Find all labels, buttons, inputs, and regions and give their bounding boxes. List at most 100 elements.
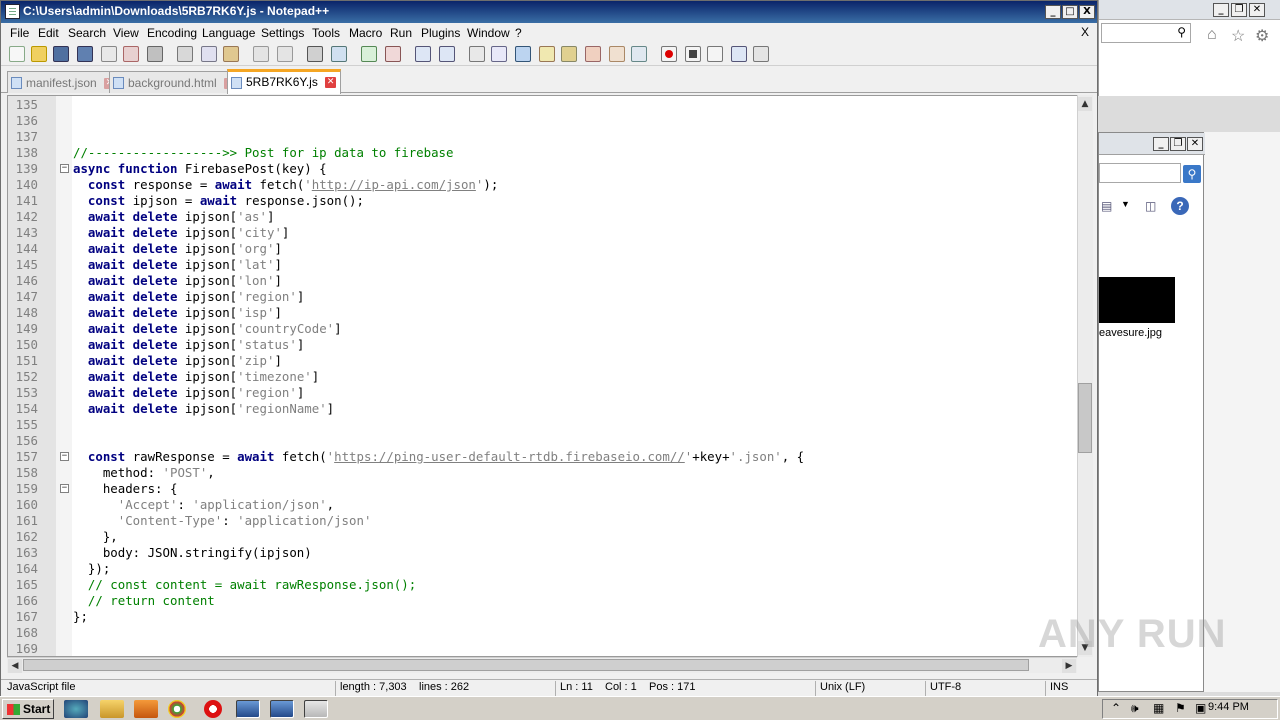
menu-help[interactable]: ? <box>515 26 522 40</box>
code-line[interactable]: 148 await delete ipjson['isp'] <box>8 305 1076 321</box>
code-line[interactable]: 165 // const content = await rawResponse… <box>8 577 1076 593</box>
record-macro-icon[interactable] <box>661 46 677 62</box>
tab-5rb7rk6y-js[interactable]: 5RB7RK6Y.js ✕ <box>227 69 342 94</box>
code-line[interactable]: 160 'Accept': 'application/json', <box>8 497 1076 513</box>
code-line[interactable]: 162 }, <box>8 529 1076 545</box>
maximize-button[interactable]: □ <box>1062 5 1078 19</box>
code-line[interactable]: 139 − async function FirebasePost(key) { <box>8 161 1076 177</box>
menu-run[interactable]: Run <box>390 26 412 40</box>
close-button[interactable]: X <box>1079 5 1095 19</box>
monitoring-icon[interactable] <box>631 46 647 62</box>
fold-toggle-icon[interactable]: − <box>60 484 69 493</box>
scroll-up-icon[interactable]: ▲ <box>1078 97 1092 111</box>
code-token[interactable]: https://ping-user-default-rtdb.firebasei… <box>334 449 685 464</box>
gear-icon[interactable]: ⚙ <box>1255 26 1269 46</box>
scroll-left-icon[interactable]: ◀ <box>8 659 22 673</box>
chrome-icon[interactable] <box>168 700 186 718</box>
network-icon[interactable]: ▦ <box>1153 701 1164 715</box>
open-folder-icon[interactable] <box>31 46 47 62</box>
help-icon[interactable]: ? <box>1171 197 1189 215</box>
word-wrap-icon[interactable] <box>469 46 485 62</box>
tab-manifest-json[interactable]: manifest.json ✕ <box>7 71 121 93</box>
doc-map-icon[interactable] <box>561 46 577 62</box>
play-macro-icon[interactable] <box>707 46 723 62</box>
menu-tools[interactable]: Tools <box>312 26 340 40</box>
menu-settings[interactable]: Settings <box>261 26 304 40</box>
run-macro-multiple-icon[interactable] <box>731 46 747 62</box>
view-icon[interactable]: ▤ <box>1101 199 1112 213</box>
code-line[interactable]: 143 await delete ipjson['city'] <box>8 225 1076 241</box>
stop-macro-icon[interactable] <box>685 46 701 62</box>
bg-minimize-button[interactable]: _ <box>1213 3 1229 17</box>
close-all-icon[interactable] <box>123 46 139 62</box>
bg2-minimize-button[interactable]: _ <box>1153 137 1169 151</box>
menu-edit[interactable]: Edit <box>38 26 59 40</box>
search-icon[interactable]: ⚲ <box>1177 25 1186 39</box>
tab-background-html[interactable]: background.html ✕ <box>109 71 241 93</box>
undo-icon[interactable] <box>253 46 269 62</box>
code-line[interactable]: 167}; <box>8 609 1076 625</box>
code-line[interactable]: 144 await delete ipjson['org'] <box>8 241 1076 257</box>
ie-icon[interactable] <box>64 700 88 718</box>
code-line[interactable]: 146 await delete ipjson['lon'] <box>8 273 1076 289</box>
menu-macro[interactable]: Macro <box>349 26 382 40</box>
notepadpp-taskbar-icon[interactable] <box>304 700 328 718</box>
code-line[interactable]: 152 await delete ipjson['timezone'] <box>8 369 1076 385</box>
pane-icon[interactable]: ◫ <box>1145 199 1156 213</box>
taskbar-app-2-icon[interactable] <box>270 700 294 718</box>
bg2-close-button[interactable]: ✕ <box>1187 137 1203 151</box>
bg2-restore-button[interactable]: ❐ <box>1170 137 1186 151</box>
language-icon[interactable] <box>539 46 555 62</box>
code-line[interactable]: 166 // return content <box>8 593 1076 609</box>
code-line[interactable]: 140 const response = await fetch('http:/… <box>8 177 1076 193</box>
print-icon[interactable] <box>147 46 163 62</box>
redo-icon[interactable] <box>277 46 293 62</box>
code-line[interactable]: 138 //------------------>> Post for ip da… <box>8 145 1076 161</box>
code-line[interactable]: 154 await delete ipjson['regionName'] <box>8 401 1076 417</box>
replace-icon[interactable] <box>331 46 347 62</box>
menu-language[interactable]: Language <box>202 26 255 40</box>
paste-icon[interactable] <box>223 46 239 62</box>
code-line[interactable]: 142 await delete ipjson['as'] <box>8 209 1076 225</box>
menu-encoding[interactable]: Encoding <box>147 26 197 40</box>
save-icon[interactable] <box>53 46 69 62</box>
home-icon[interactable]: ⌂ <box>1207 26 1217 44</box>
fold-toggle-icon[interactable]: − <box>60 164 69 173</box>
tab-close-icon[interactable]: ✕ <box>325 77 337 89</box>
copy-icon[interactable] <box>201 46 217 62</box>
document-close-button[interactable]: X <box>1081 25 1089 39</box>
indent-guide-icon[interactable] <box>515 46 531 62</box>
sync-horizontal-icon[interactable] <box>439 46 455 62</box>
scroll-right-icon[interactable]: ▶ <box>1062 659 1076 673</box>
zoom-in-icon[interactable] <box>361 46 377 62</box>
bg-restore-button[interactable]: ❐ <box>1231 3 1247 17</box>
bg-close-button[interactable]: ✕ <box>1249 3 1265 17</box>
opera-icon[interactable] <box>204 700 222 718</box>
title-bar[interactable]: C:\Users\admin\Downloads\5RB7RK6Y.js - N… <box>1 1 1097 23</box>
code-token[interactable]: http://ip-api.com/json <box>312 177 476 192</box>
code-line[interactable]: 153 await delete ipjson['region'] <box>8 385 1076 401</box>
media-player-icon[interactable] <box>134 700 158 718</box>
zoom-out-icon[interactable] <box>385 46 401 62</box>
taskbar-app-1-icon[interactable] <box>236 700 260 718</box>
function-list-icon[interactable] <box>585 46 601 62</box>
background-search-box[interactable]: ⚲ <box>1101 23 1191 43</box>
notification-icon[interactable]: ▣ <box>1195 701 1206 715</box>
vertical-scroll-thumb[interactable] <box>1078 383 1092 453</box>
code-line[interactable]: 157 − const rawResponse = await fetch('ht… <box>8 449 1076 465</box>
code-line[interactable]: 164 }); <box>8 561 1076 577</box>
start-button[interactable]: Start <box>2 699 54 719</box>
menu-search[interactable]: Search <box>68 26 106 40</box>
file-label[interactable]: eavesure.jpg <box>1099 327 1162 339</box>
explorer-folder-icon[interactable] <box>100 700 124 718</box>
code-line[interactable]: 151 await delete ipjson['zip'] <box>8 353 1076 369</box>
code-line[interactable]: 145 await delete ipjson['lat'] <box>8 257 1076 273</box>
new-file-icon[interactable] <box>9 46 25 62</box>
search-icon[interactable]: ⚲ <box>1183 165 1201 183</box>
volume-icon[interactable]: 🕪 <box>1131 701 1139 716</box>
clock[interactable]: 9:44 PM <box>1208 701 1249 713</box>
code-line[interactable]: 136 <box>8 113 1076 129</box>
code-line[interactable]: 161 'Content-Type': 'application/json' <box>8 513 1076 529</box>
folder-workspace-icon[interactable] <box>609 46 625 62</box>
code-line[interactable]: 163 body: JSON.stringify(ipjson) <box>8 545 1076 561</box>
